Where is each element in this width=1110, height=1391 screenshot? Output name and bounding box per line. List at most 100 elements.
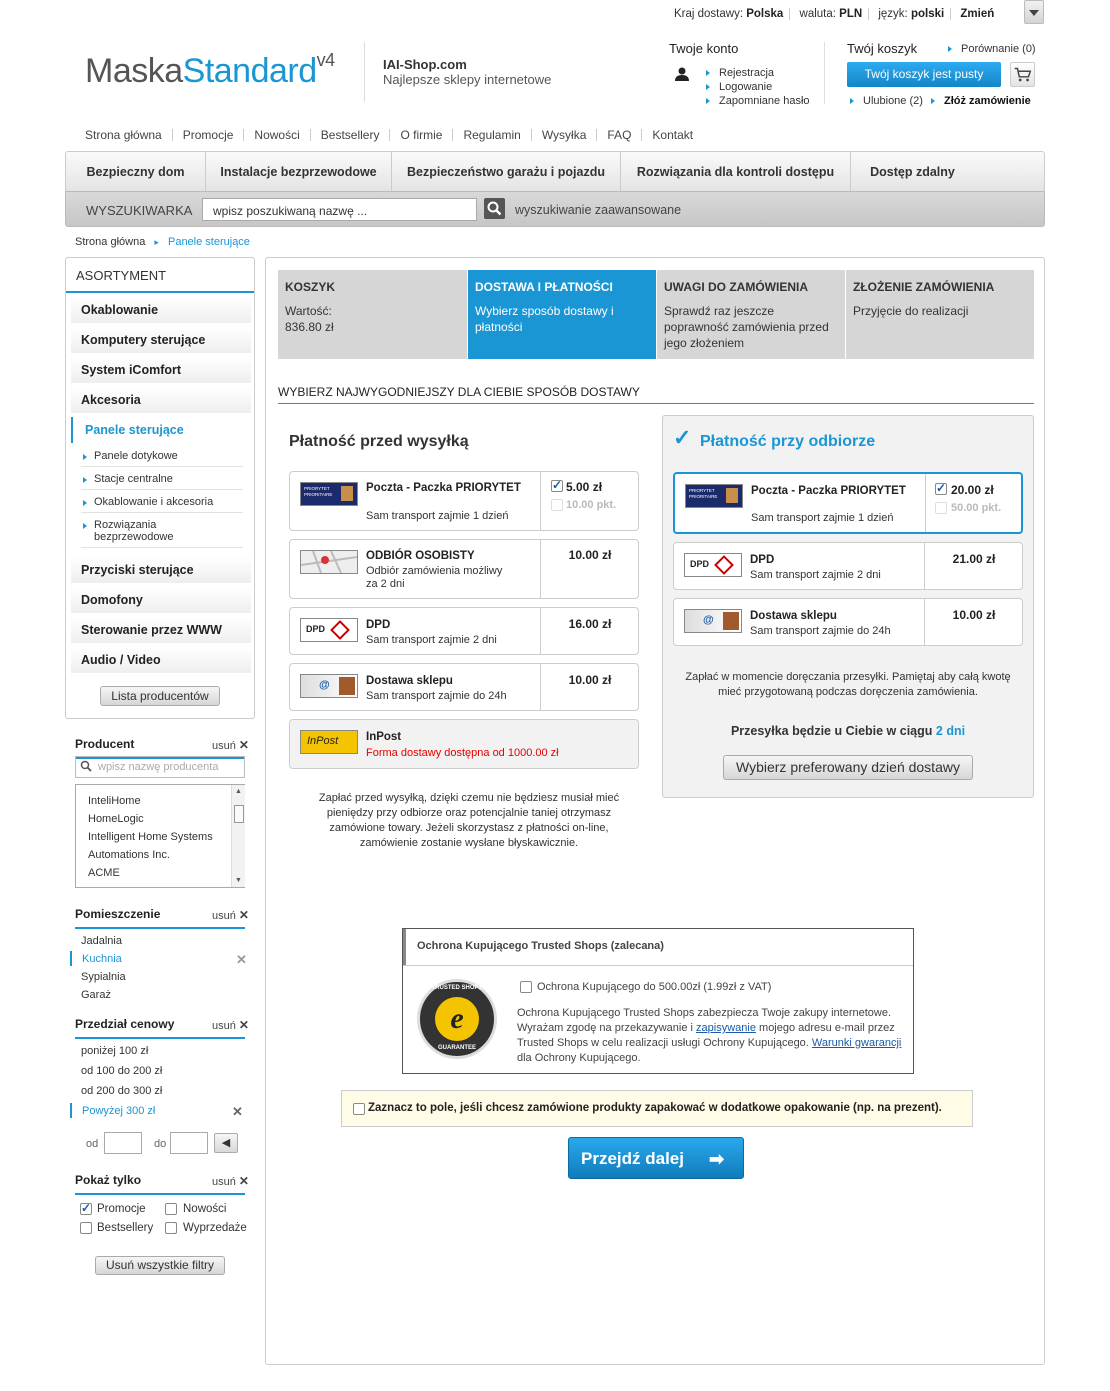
category-wireless[interactable]: Instalacje bezprzewodowe [206,152,392,192]
country-value: Polska [746,8,784,21]
nav-new[interactable]: Nowości [244,129,311,141]
filter-price-clear[interactable]: usuń ✕ [212,1018,249,1032]
cart-icon[interactable] [1010,62,1035,87]
filter-producer-clear[interactable]: usuń ✕ [212,738,249,752]
producers-list-button[interactable]: Lista producentów [100,686,220,706]
sidebar-item-www-control[interactable]: Sterowanie przez WWW [71,617,251,643]
price-apply-arrow-icon[interactable]: ◀ [214,1133,238,1153]
promotions-checkbox[interactable] [80,1201,92,1215]
place-order-link[interactable]: Złóż zamówienie [931,95,1031,107]
sidebar-item-cabling[interactable]: Okablowanie [71,297,251,323]
producer-item[interactable]: InteliHome [88,795,141,807]
change-settings-link[interactable]: Zmień [960,8,994,20]
prepaid-option-pickup[interactable]: ODBIÓR OSOBISTY Odbiór zamówienia możliw… [289,539,639,599]
prepaid-option-inpost-disabled: InPost InPost Forma dostawy dostępna od … [289,719,639,769]
cod-option-dpd[interactable]: DPD DPD Sam transport zajmie 2 dni 21.00… [673,542,1023,590]
producer-item[interactable]: ACME [88,867,120,879]
breadcrumb-current[interactable]: Panele sterujące [168,236,250,248]
arrow-right-icon: ➡ [709,1149,725,1169]
room-option-selected[interactable]: Kuchnia [82,953,122,965]
proceed-button[interactable]: Przejdź dalej ➡ [568,1137,744,1179]
producer-item[interactable]: Automations Inc. [88,849,170,861]
points-checkbox[interactable] [551,499,563,511]
filter-show-clear[interactable]: usuń ✕ [212,1174,249,1188]
category-access-control[interactable]: Rozwiązania dla kontroli dostępu [621,152,851,192]
filter-room-clear[interactable]: usuń ✕ [212,908,249,922]
favorites-link[interactable]: Ulubione (2) [850,95,923,107]
cod-option-priority-selected[interactable]: PRIORYTET PRIORITAIRE Poczta - Paczka PR… [673,472,1023,534]
producer-item-selected[interactable]: Intelligent Home Systems [88,831,213,843]
producer-list-scrollbar[interactable]: ▲ ▼ [231,785,245,887]
price-from-input[interactable] [104,1132,142,1154]
clear-all-filters-button[interactable]: Usuń wszystkie filtry [95,1256,225,1275]
storage-link[interactable]: zapisywanie [696,1022,756,1034]
sidebar-item-intercoms[interactable]: Domofony [71,587,251,613]
category-safe-home[interactable]: Bezpieczny dom [66,152,206,192]
buyer-protection-label: Ochrona Kupującego do 500.00zł (1.99zł z… [537,981,772,993]
priority-checkbox[interactable] [551,478,563,492]
new-checkbox[interactable] [165,1203,177,1215]
sidebar-item-panels-active[interactable]: Panele sterujące [71,417,251,443]
category-garage[interactable]: Bezpieczeństwo garażu i pojazdu [392,152,621,192]
sidebar-sub-wireless[interactable]: Rozwiązania bezprzewodowe [81,515,243,548]
sidebar-item-accessories[interactable]: Akcesoria [71,387,251,413]
nav-bestsellers[interactable]: Bestsellery [311,129,391,141]
nav-about[interactable]: O firmie [390,129,454,141]
gift-wrap-checkbox[interactable] [353,1103,365,1115]
prepaid-option-dpd[interactable]: DPD DPD Sam transport zajmie 2 dni 16.00… [289,607,639,655]
choose-delivery-day-button[interactable]: Wybierz preferowany dzień dostawy [723,755,973,780]
nav-contact[interactable]: Kontakt [642,129,703,141]
buyer-protection-checkbox[interactable] [520,981,532,993]
sidebar-sub-touch-panels[interactable]: Panele dotykowe [81,446,243,467]
sales-label: Wyprzedaże [183,1222,247,1234]
login-link[interactable]: Logowanie [706,81,772,93]
sidebar-item-icomfort[interactable]: System iComfort [71,357,251,383]
advanced-search-link[interactable]: wyszukiwanie zaawansowane [515,203,681,217]
producer-search-input[interactable]: wpisz nazwę producenta [75,756,245,778]
price-option[interactable]: od 100 do 200 zł [81,1065,162,1077]
cod-option-store-delivery[interactable]: @ Dostawa sklepu Sam transport zajmie do… [673,598,1023,646]
nav-promotions[interactable]: Promocje [173,129,245,141]
price-option-selected[interactable]: Powyżej 300 zł [82,1105,155,1117]
prepaid-option-priority[interactable]: PRIORYTET PRIORITAIRE Poczta - Paczka PR… [289,471,639,531]
forgot-password-link[interactable]: Zapomniane hasło [706,95,810,107]
prepaid-option-store-delivery[interactable]: @ Dostawa sklepu Sam transport zajmie do… [289,663,639,711]
register-link[interactable]: Rejestracja [706,67,774,79]
room-option[interactable]: Sypialnia [81,971,126,983]
sidebar-item-computers[interactable]: Komputery sterujące [71,327,251,353]
producer-list[interactable]: InteliHome HomeLogic Intelligent Home Sy… [75,784,245,888]
close-icon[interactable]: ✕ [236,952,247,968]
close-icon[interactable]: ✕ [232,1104,243,1120]
breadcrumb-home[interactable]: Strona główna [75,236,145,248]
gift-wrap-box: Zaznacz to pole, jeśli chcesz zamówione … [341,1090,973,1127]
sidebar-item-audio-video[interactable]: Audio / Video [71,647,251,673]
points-checkbox[interactable] [935,502,947,514]
search-icon[interactable] [484,198,505,219]
room-option[interactable]: Garaż [81,989,111,1001]
cart-button[interactable]: Twój koszyk jest pusty [847,62,1001,87]
option-name: InPost [366,731,402,743]
option-desc: Forma dostawy dostępna od 1000.00 zł [366,747,559,759]
warranty-terms-link[interactable]: Warunki gwarancji [812,1037,901,1049]
price-to-input[interactable] [170,1132,208,1154]
price-option[interactable]: od 200 do 300 zł [81,1085,162,1097]
nav-terms[interactable]: Regulamin [453,129,532,141]
search-input[interactable]: wpisz poszukiwaną nazwę ... [202,198,477,221]
nav-faq[interactable]: FAQ [597,129,643,141]
producer-item[interactable]: HomeLogic [88,813,144,825]
search-icon [80,760,92,772]
price-option[interactable]: poniżej 100 zł [81,1045,148,1057]
sales-checkbox[interactable] [165,1222,177,1234]
nav-shipping[interactable]: Wysyłka [532,129,598,141]
room-option[interactable]: Jadalnia [81,935,122,947]
nav-home[interactable]: Strona główna [75,129,173,141]
sidebar-sub-central-stations[interactable]: Stacje centralne [81,469,243,490]
bestsellers-checkbox[interactable] [80,1222,92,1234]
store-logo[interactable]: MaskaStandardv4 [85,50,335,91]
sidebar-sub-cabling[interactable]: Okablowanie i akcesoria [81,492,243,513]
priority-checkbox[interactable] [935,481,947,495]
compare-link[interactable]: Porównanie (0) [948,43,1036,55]
settings-dropdown-button[interactable] [1024,0,1044,24]
sidebar-item-buttons[interactable]: Przyciski sterujące [71,557,251,583]
category-remote-access[interactable]: Dostęp zdalny [851,152,974,192]
